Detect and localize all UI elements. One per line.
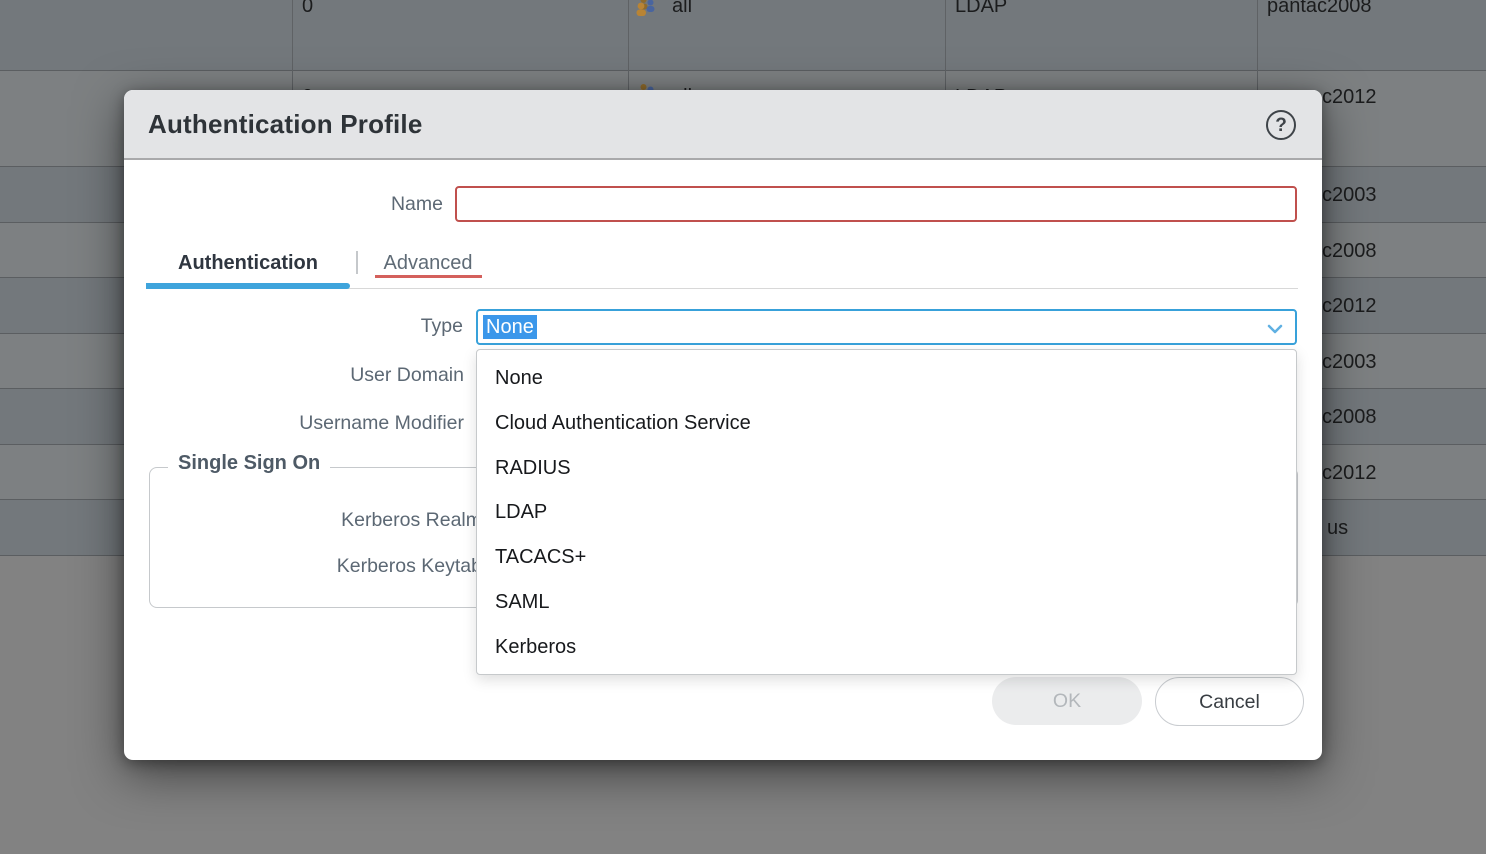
- table-cell: pantac2008: [1267, 0, 1372, 20]
- table-cell: c2012: [1322, 83, 1377, 111]
- dropdown-option[interactable]: RADIUS: [477, 446, 1296, 491]
- tab-separator: [356, 251, 358, 274]
- type-select[interactable]: None: [476, 309, 1297, 345]
- table-cell: c2003: [1322, 181, 1377, 209]
- table-cell: c2008: [1322, 403, 1377, 431]
- name-label: Name: [124, 190, 443, 218]
- table-cell: c2012: [1322, 459, 1377, 487]
- dialog-header: Authentication Profile ?: [124, 90, 1322, 160]
- table-row: 0 all LDAP pantac2008: [0, 0, 1486, 71]
- type-selected-value: None: [483, 315, 537, 339]
- name-input[interactable]: [455, 186, 1297, 222]
- active-tab-indicator: [146, 283, 350, 289]
- type-dropdown-menu: NoneCloud Authentication ServiceRADIUSLD…: [476, 349, 1297, 675]
- dropdown-option[interactable]: Kerberos: [477, 625, 1296, 670]
- table-cell: us: [1327, 514, 1348, 542]
- ok-button[interactable]: OK: [992, 677, 1142, 725]
- help-icon[interactable]: ?: [1266, 110, 1296, 140]
- type-label: Type: [124, 312, 463, 340]
- dropdown-option[interactable]: Cloud Authentication Service: [477, 401, 1296, 446]
- dropdown-option[interactable]: TACACS+: [477, 535, 1296, 580]
- dialog-title: Authentication Profile: [148, 90, 423, 158]
- table-cell: all: [672, 0, 692, 20]
- username-modifier-label: Username Modifier: [124, 409, 464, 437]
- kerberos-keytab-label: Kerberos Keytab: [150, 552, 482, 580]
- dropdown-option[interactable]: SAML: [477, 580, 1296, 625]
- table-cell: c2012: [1322, 292, 1377, 320]
- user-domain-label: User Domain: [124, 361, 464, 389]
- advanced-tab-error-underline: [375, 275, 482, 278]
- cancel-button[interactable]: Cancel: [1155, 677, 1304, 726]
- tab-authentication[interactable]: Authentication: [146, 247, 350, 279]
- dropdown-option[interactable]: LDAP: [477, 490, 1296, 535]
- table-cell: LDAP: [955, 0, 1007, 20]
- table-cell: c2003: [1322, 348, 1377, 376]
- chevron-down-icon[interactable]: [1265, 319, 1285, 339]
- table-cell: c2008: [1322, 237, 1377, 265]
- table-cell: 0: [302, 0, 313, 20]
- dropdown-option[interactable]: None: [477, 356, 1296, 401]
- kerberos-realm-label: Kerberos Realm: [150, 506, 482, 534]
- users-icon: [634, 0, 658, 24]
- single-sign-on-legend: Single Sign On: [168, 452, 330, 475]
- authentication-profile-dialog: Authentication Profile ? Name Authentica…: [124, 90, 1322, 760]
